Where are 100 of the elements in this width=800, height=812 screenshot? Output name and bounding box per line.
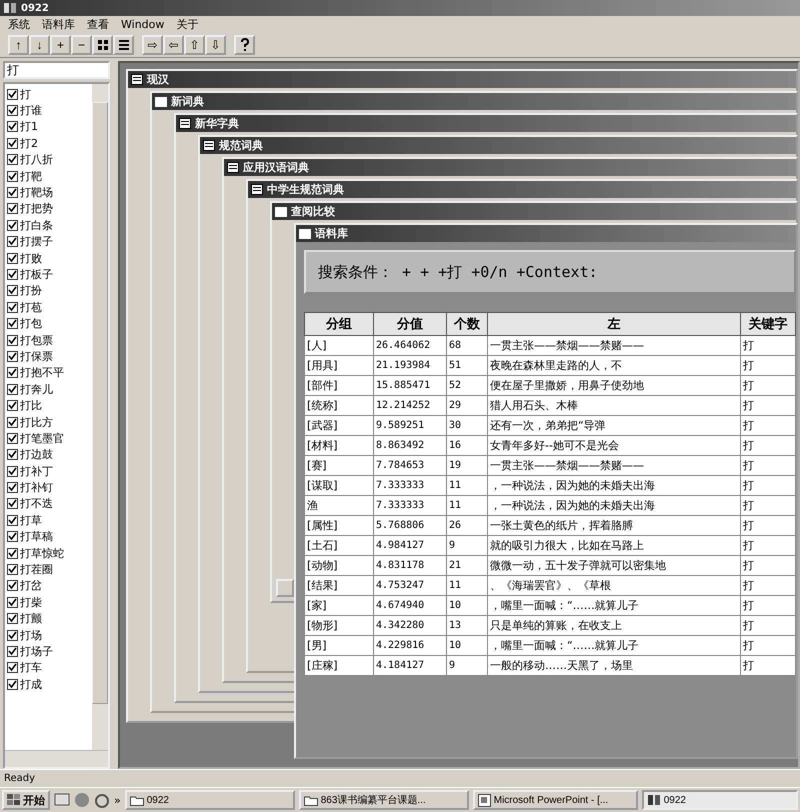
list-item[interactable]: 打白条 [20,218,53,233]
checkbox[interactable] [7,236,18,248]
list-item[interactable]: 打比方 [20,414,53,430]
list-item[interactable]: 打比 [20,398,42,414]
menu-item[interactable]: 系统 [8,17,30,32]
list-item[interactable]: 打草稿 [20,529,53,544]
column-header[interactable]: 个数 [446,312,488,336]
more-button[interactable]: » [114,794,121,806]
menu-item[interactable]: 关于 [176,17,198,32]
menu-item[interactable]: 语料库 [42,17,75,32]
list-item[interactable]: 打颤 [20,611,42,626]
window-title-bar[interactable]: 语料库 [296,225,796,242]
scrollbar[interactable] [92,84,108,751]
checkbox[interactable] [7,367,18,378]
checkbox[interactable] [7,514,18,526]
checkbox[interactable] [7,662,18,674]
checkbox[interactable] [7,170,18,182]
window-title-bar[interactable]: 现汉 [128,71,796,88]
list-item[interactable]: 打败 [20,250,42,266]
list-item[interactable]: 打靶 [20,168,42,184]
taskbar-button[interactable]: 863课书编纂平台课题... [298,790,469,810]
checkbox[interactable] [7,350,18,362]
checkbox[interactable] [7,498,18,510]
list-item[interactable]: 打奔儿 [20,382,53,397]
list-item[interactable]: 打板子 [20,266,53,282]
list-item[interactable]: 打摆子 [20,234,53,250]
column-header[interactable]: 左 [488,312,740,336]
list-item[interactable]: 打1 [20,119,38,134]
list-item[interactable]: 打场 [20,628,42,643]
checkbox[interactable] [7,285,18,296]
checkbox[interactable] [7,580,18,592]
checkbox[interactable] [7,613,18,624]
window-title-bar[interactable]: 中学生规范词典 [248,181,796,198]
checkbox[interactable] [7,630,18,641]
checkbox[interactable] [7,432,18,444]
menu-item[interactable]: 查看 [87,17,109,32]
checkbox[interactable] [7,416,18,428]
list-item[interactable]: 打茬圈 [20,562,53,578]
list-item[interactable]: 打草惊蛇 [20,546,64,561]
list-item[interactable]: 打把势 [20,201,53,216]
list-item[interactable]: 打八折 [20,152,53,168]
taskbar-button[interactable]: Microsoft PowerPoint - [... [472,790,638,810]
checkbox[interactable] [7,531,18,542]
toolbar-button[interactable]: ⇨ [142,35,163,55]
list-item[interactable]: 打补丁 [20,464,53,479]
taskbar-button[interactable]: 0922 [124,790,295,810]
checkbox[interactable] [7,548,18,559]
toolbar-button[interactable]: ↑ [8,35,29,55]
checkbox[interactable] [7,187,18,198]
list-item[interactable]: 打谁 [20,103,42,118]
checkbox[interactable] [7,334,18,346]
window-title-bar[interactable]: 规范词典 [200,137,796,154]
checkbox[interactable] [7,466,18,477]
list-item[interactable]: 打2 [20,136,38,151]
checkbox[interactable] [7,646,18,657]
column-header[interactable]: 分组 [304,312,374,336]
taskbar-button[interactable]: 0922 [642,790,798,810]
checkbox[interactable] [7,482,18,494]
checkbox[interactable] [7,302,18,313]
checkbox[interactable] [7,220,18,231]
list-item[interactable]: 打笔墨官 [20,430,64,446]
checkbox[interactable] [7,596,18,608]
desktop-icon[interactable] [54,793,70,807]
checkbox[interactable] [7,400,18,412]
toolbar-button[interactable]: + [50,35,71,55]
list-item[interactable]: 打岔 [20,578,42,594]
list-item[interactable]: 打保票 [20,348,53,364]
column-header[interactable]: 关键字 [740,312,796,336]
list-item[interactable]: 打不迭 [20,496,53,512]
list-view-button[interactable] [113,35,134,55]
start-button[interactable]: 开始 [2,790,50,810]
checkbox[interactable] [7,449,18,460]
checkbox[interactable] [7,318,18,330]
list-item[interactable]: 打草 [20,512,42,528]
toolbar-button[interactable]: ⇦ [163,35,184,55]
search-field[interactable]: 打 [3,61,110,79]
checkbox[interactable] [7,138,18,149]
list-item[interactable]: 打扮 [20,283,42,298]
checkbox[interactable] [7,268,18,280]
menu-item[interactable]: Window [121,18,164,31]
window-title-bar[interactable]: 新词典 [152,93,796,110]
checkbox[interactable] [7,384,18,395]
list-item[interactable]: 打成 [20,676,42,692]
checkbox[interactable] [7,88,18,100]
window-title-bar[interactable]: 应用汉语词典 [224,159,796,176]
list-item[interactable]: 打 [20,86,31,102]
checkbox[interactable] [7,564,18,576]
toolbar-button[interactable]: ⇩ [205,35,226,55]
checkbox[interactable] [7,678,18,690]
toolbar-button[interactable]: ↓ [29,35,50,55]
checkbox[interactable] [7,252,18,264]
list-item[interactable]: 打包票 [20,332,53,348]
list-item[interactable]: 打靶场 [20,185,53,200]
list-item[interactable]: 打车 [20,660,42,676]
grid-view-button[interactable] [92,35,113,55]
checkbox[interactable] [7,154,18,166]
help-button[interactable] [234,35,255,55]
list-item[interactable]: 打补钉 [20,480,53,496]
window-title-bar[interactable]: 新华字典 [176,115,796,132]
checkbox[interactable] [7,203,18,214]
